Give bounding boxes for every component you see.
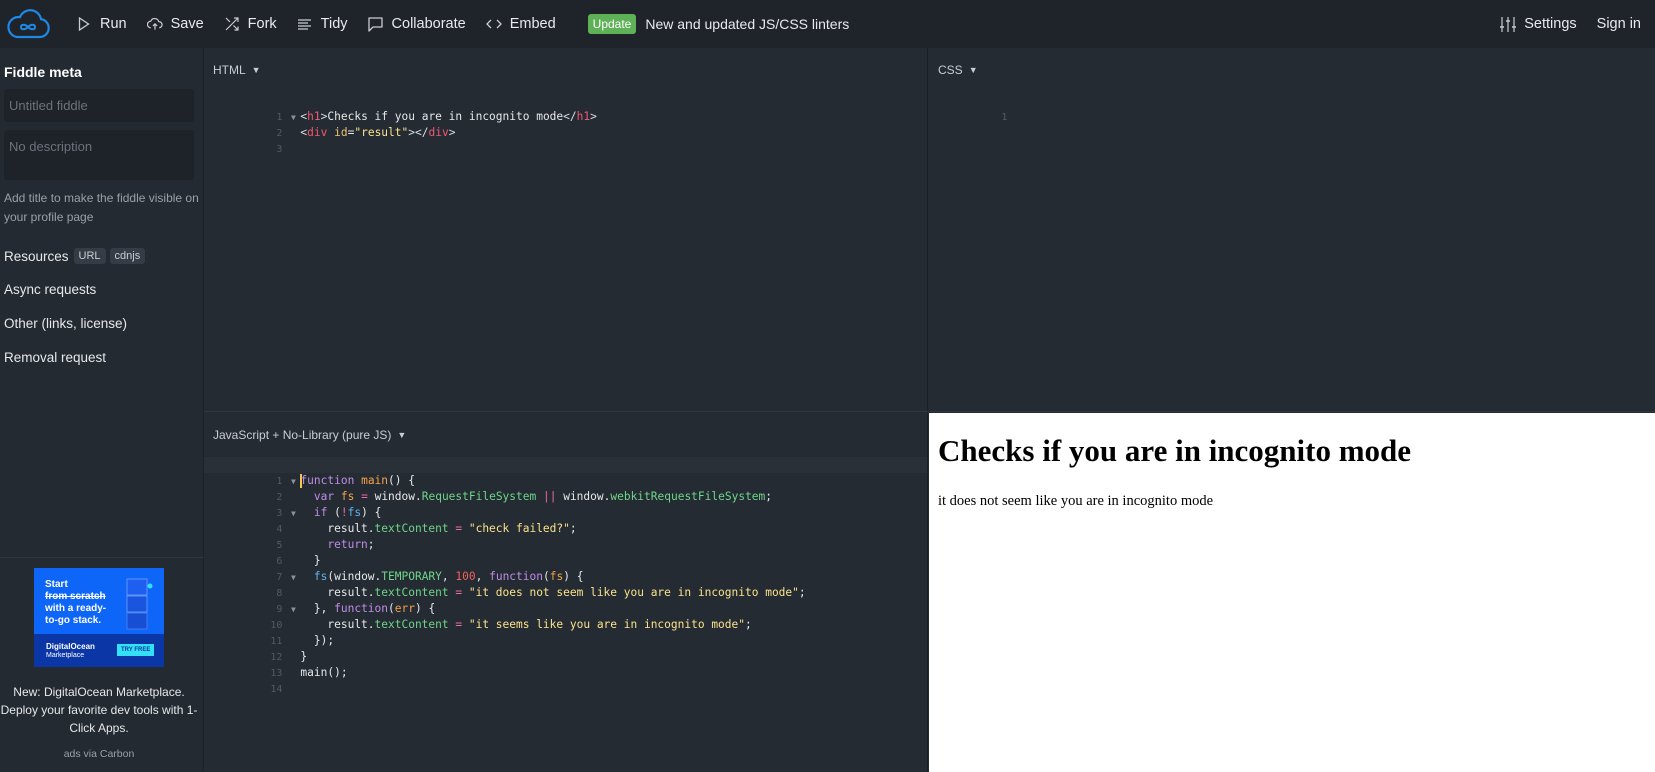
css-panel-title: CSS xyxy=(938,63,963,77)
resource-url-chip[interactable]: URL xyxy=(73,248,106,264)
align-lines-icon xyxy=(297,16,313,32)
removal-request-link[interactable]: Removal request xyxy=(4,350,106,365)
fiddle-title-input[interactable]: Untitled fiddle xyxy=(4,89,194,122)
resources-section[interactable]: Resources URL cdnjs xyxy=(4,248,146,264)
result-heading: Checks if you are in incognito mode xyxy=(938,433,1412,468)
fork-icon xyxy=(224,16,240,32)
sign-in-label: Sign in xyxy=(1596,16,1641,32)
save-button[interactable]: Save xyxy=(137,0,214,48)
collaborate-label: Collaborate xyxy=(391,16,466,32)
play-icon xyxy=(76,16,92,32)
code-line: 10 result.textContent = "it seems like y… xyxy=(204,601,927,631)
fork-button[interactable]: Fork xyxy=(214,0,287,48)
update-notice[interactable]: Update New and updated JS/CSS linters xyxy=(587,14,849,34)
jsfiddle-logo[interactable] xyxy=(0,0,56,48)
resource-cdnjs-chip[interactable]: cdnjs xyxy=(109,248,146,264)
resources-label[interactable]: Resources xyxy=(4,249,69,264)
stacked-cubes-icon xyxy=(126,578,153,630)
ads-via-carbon-link[interactable]: ads via Carbon xyxy=(0,748,198,760)
fiddle-meta-title: Fiddle meta xyxy=(4,64,82,80)
ad-brand-name: DigitalOcean xyxy=(46,642,95,651)
code-line: 1 xyxy=(929,93,1655,123)
carbon-ad-banner[interactable]: Start from scratch with a ready- to-go s… xyxy=(34,568,164,667)
dropdown-caret-icon: ▼ xyxy=(397,430,407,440)
code-line: 6 } xyxy=(204,537,927,567)
embed-button[interactable]: Embed xyxy=(476,0,566,48)
sign-in-link[interactable]: Sign in xyxy=(1587,0,1641,48)
update-badge: Update xyxy=(587,14,637,34)
top-bar: Run Save Fork Tidy Collaborate Embed Upd… xyxy=(0,0,1655,48)
code-line: 2 <div id="result"></div> xyxy=(204,109,927,139)
css-editor-panel: CSS ▼ 1 xyxy=(929,48,1655,412)
ad-caption[interactable]: New: DigitalOcean Marketplace. Deploy yo… xyxy=(0,683,198,737)
code-line: 14 xyxy=(204,665,927,695)
code-line: 3 xyxy=(204,125,927,155)
tidy-label: Tidy xyxy=(320,16,348,32)
line-number: 3 xyxy=(276,144,283,155)
save-label: Save xyxy=(170,16,204,32)
ad-line-2: from scratch xyxy=(45,591,106,602)
sliders-icon xyxy=(1500,16,1517,32)
other-links-license-link[interactable]: Other (links, license) xyxy=(4,316,127,331)
ad-headline: Start from scratch with a ready- to-go s… xyxy=(45,579,106,627)
cloud-upload-icon xyxy=(146,16,163,32)
fiddle-title-hint: Add title to make the fiddle visible on … xyxy=(4,191,199,224)
html-panel-label[interactable]: HTML ▼ xyxy=(213,63,261,77)
code-brackets-icon xyxy=(485,16,502,32)
ad-line-3: with a ready- xyxy=(45,603,107,614)
ad-brand: DigitalOcean Marketplace xyxy=(46,642,95,660)
tidy-button[interactable]: Tidy xyxy=(287,0,358,48)
sidebar-divider xyxy=(0,557,204,558)
cloud-infinity-icon xyxy=(7,9,50,39)
dropdown-caret-icon: ▼ xyxy=(251,65,261,75)
async-requests-link[interactable]: Async requests xyxy=(4,282,96,297)
code-line: 2 var fs = window.RequestFileSystem || w… xyxy=(204,473,927,503)
ad-footer: DigitalOcean Marketplace TRY FREE xyxy=(34,634,164,667)
code-line: 13 main(); xyxy=(204,649,927,679)
fork-label: Fork xyxy=(247,16,277,32)
settings-button[interactable]: Settings xyxy=(1490,0,1586,48)
code-line: 5 return; xyxy=(204,521,927,551)
dropdown-caret-icon: ▼ xyxy=(968,65,978,75)
run-button[interactable]: Run xyxy=(66,0,137,48)
code-line: 7 ▼ fs(window.TEMPORARY, 100, function(fs… xyxy=(204,553,927,583)
code-line: 11 }); xyxy=(204,617,927,647)
code-line: 1 ▼ <h1>Checks if you are in incognito mod… xyxy=(204,93,927,123)
code-line: 1 ▼ function main() { xyxy=(204,457,927,488)
run-label: Run xyxy=(100,16,127,32)
update-text[interactable]: New and updated JS/CSS linters xyxy=(645,16,849,32)
code-line: 12} xyxy=(204,633,927,663)
html-code-editor[interactable]: 1 ▼ <h1>Checks if you are in incognito mod… xyxy=(204,93,927,155)
css-panel-label[interactable]: CSS ▼ xyxy=(938,63,978,77)
code-line: 4 result.textContent = "check failed?"; xyxy=(204,505,927,535)
ad-try-free-button[interactable]: TRY FREE xyxy=(117,644,155,656)
line-number: 14 xyxy=(270,684,283,695)
code-line: 3 ▼ if (!fs) { xyxy=(204,489,927,519)
chat-bubble-icon xyxy=(368,16,384,32)
fiddle-description-input[interactable]: No description xyxy=(4,130,194,180)
collaborate-button[interactable]: Collaborate xyxy=(358,0,476,48)
html-editor-panel: HTML ▼ 1 ▼ <h1>Checks if you are in incogn… xyxy=(204,48,928,412)
css-code-editor[interactable]: 1 xyxy=(929,93,1655,123)
html-panel-title: HTML xyxy=(213,63,246,77)
code-line: 9 ▼ }, function(err) { xyxy=(204,585,927,615)
js-panel-label[interactable]: JavaScript + No-Library (pure JS) ▼ xyxy=(213,428,406,442)
result-text: it does not seem like you are in incogni… xyxy=(938,493,1214,509)
embed-label: Embed xyxy=(509,16,556,32)
settings-label: Settings xyxy=(1524,16,1577,32)
ad-line-1: Start xyxy=(45,579,68,590)
ad-line-4: to-go stack. xyxy=(45,615,102,626)
ad-brand-sub: Marketplace xyxy=(46,652,85,659)
js-panel-title: JavaScript + No-Library (pure JS) xyxy=(213,428,392,442)
js-editor-panel: JavaScript + No-Library (pure JS) ▼ 1 ▼ fu… xyxy=(204,413,928,772)
code-line: 8 result.textContent = "it does not seem… xyxy=(204,569,927,599)
result-panel[interactable]: Checks if you are in incognito mode it d… xyxy=(929,413,1655,772)
sidebar: Fiddle meta Untitled fiddle No descripti… xyxy=(0,48,204,772)
js-code-editor[interactable]: 1 ▼ function main() { 2 var fs = window.Re… xyxy=(204,457,927,695)
line-number: 1 xyxy=(1001,112,1008,123)
